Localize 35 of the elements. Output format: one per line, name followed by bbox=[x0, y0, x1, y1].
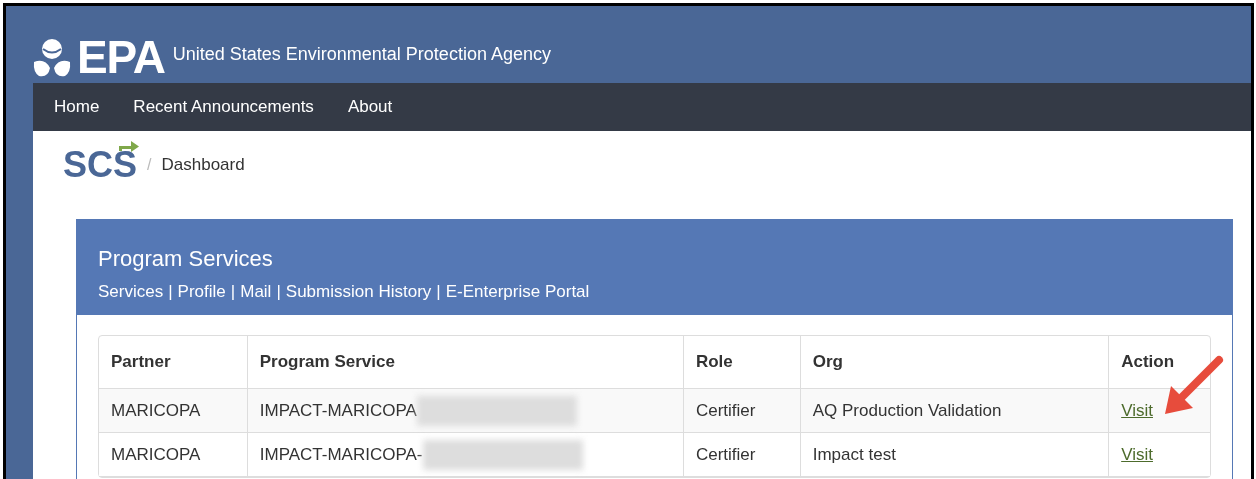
link-divider: | bbox=[230, 281, 236, 303]
panel-link[interactable]: Submission History bbox=[285, 279, 432, 305]
epa-logo: EPA bbox=[77, 34, 165, 80]
panel-link[interactable]: E-Enterprise Portal bbox=[445, 279, 590, 305]
panel-link[interactable]: Profile bbox=[177, 279, 226, 305]
panel-link[interactable]: Services bbox=[98, 279, 164, 305]
table-cell-text: IMPACT-MARICOPA bbox=[259, 399, 417, 422]
nav-link[interactable]: Home bbox=[37, 84, 117, 130]
visit-link[interactable]: Visit bbox=[1121, 441, 1153, 468]
flower-icon bbox=[33, 38, 71, 78]
link-divider: | bbox=[168, 281, 173, 303]
agency-name: United States Environmental Protection Agency bbox=[172, 43, 551, 66]
column-header: Partner bbox=[111, 351, 171, 374]
arrow-icon bbox=[117, 139, 142, 153]
table-cell-text: Certifier bbox=[695, 443, 756, 466]
link-divider: | bbox=[436, 281, 441, 303]
column-header: Org bbox=[812, 351, 843, 374]
table-cell-text: MARICOPA bbox=[111, 399, 201, 422]
table-cell-text: IMPACT-MARICOPA- bbox=[259, 443, 423, 466]
panel-title: Program Services bbox=[98, 245, 274, 273]
nav-link[interactable]: About bbox=[330, 84, 410, 130]
table-cell-text: Impact test bbox=[812, 443, 896, 466]
column-header: Action bbox=[1121, 351, 1175, 374]
column-header: Role bbox=[695, 351, 733, 374]
table-cell-text: MARICOPA bbox=[111, 443, 201, 466]
breadcrumb-separator: / bbox=[147, 155, 152, 175]
visit-link[interactable]: Visit bbox=[1121, 397, 1153, 424]
column-header: Program Service bbox=[259, 351, 395, 374]
panel-link[interactable]: Mail bbox=[240, 279, 272, 305]
table-cell-text: Certifier bbox=[695, 399, 756, 422]
breadcrumb-current: Dashboard bbox=[161, 154, 245, 177]
link-divider: | bbox=[276, 281, 281, 303]
scs-logo: SCS bbox=[63, 147, 138, 183]
nav-link[interactable]: Recent Announcements bbox=[116, 84, 331, 130]
table-cell-text: AQ Production Validation bbox=[812, 399, 1002, 422]
